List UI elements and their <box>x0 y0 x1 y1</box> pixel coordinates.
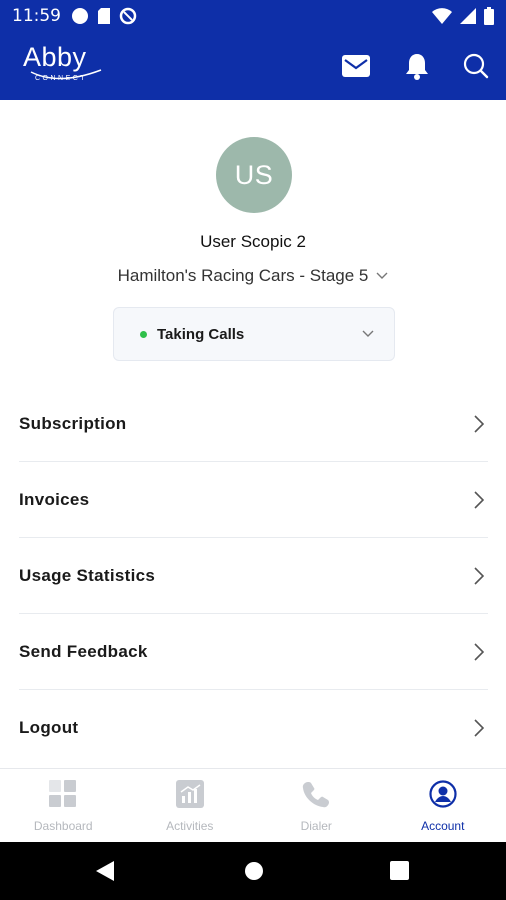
abby-connect-logo: Abby CONNECT <box>23 42 113 88</box>
chevron-right-icon <box>474 414 484 433</box>
menu-item-logout[interactable]: Logout <box>19 690 488 766</box>
nav-label: Account <box>421 819 465 833</box>
dashboard-icon <box>48 779 78 809</box>
bottom-nav: Dashboard Activities Dialer Account <box>0 768 506 842</box>
chevron-right-icon <box>474 719 484 737</box>
phone-icon <box>301 779 331 809</box>
bell-icon <box>406 54 428 80</box>
user-name: User Scopic 2 <box>200 232 306 251</box>
nav-dialer[interactable]: Dialer <box>253 769 380 842</box>
nav-label: Dashboard <box>33 819 93 833</box>
status-time: 11:59 <box>12 6 61 26</box>
nav-activities[interactable]: Activities <box>127 769 254 842</box>
account-icon <box>428 779 458 809</box>
menu-item-label: Subscription <box>19 413 127 433</box>
status-bar: 11:59 <box>0 0 506 32</box>
chevron-down-icon <box>362 330 374 337</box>
chevron-right-icon <box>474 490 484 509</box>
company-name: Hamilton's Racing Cars - Stage 5 <box>117 266 369 285</box>
status-left-icons <box>71 7 137 25</box>
activities-icon <box>175 779 205 809</box>
menu-item-send-feedback[interactable]: Send Feedback <box>19 614 488 690</box>
nav-label: Dialer <box>300 819 332 833</box>
sim-icon <box>98 8 110 24</box>
status-dot <box>140 330 147 338</box>
search-icon <box>463 53 489 79</box>
account-menu: Subscription Invoices Usage Statistics S… <box>19 386 488 766</box>
status-right-icons <box>432 7 494 25</box>
mail-button[interactable] <box>339 49 373 83</box>
menu-item-invoices[interactable]: Invoices <box>19 462 488 538</box>
menu-item-label: Usage Statistics <box>19 565 156 585</box>
menu-item-label: Send Feedback <box>19 641 148 661</box>
circle-icon <box>72 8 88 24</box>
call-status-dropdown[interactable]: Taking Calls <box>113 307 395 361</box>
menu-item-usage-statistics[interactable]: Usage Statistics <box>19 538 488 614</box>
menu-item-label: Invoices <box>19 489 90 509</box>
chevron-right-icon <box>474 566 484 585</box>
system-nav-bar <box>0 842 506 900</box>
back-icon[interactable] <box>96 861 114 881</box>
data-saver-icon <box>119 7 137 25</box>
recents-icon[interactable] <box>390 861 409 880</box>
battery-icon <box>484 7 494 25</box>
chevron-down-icon <box>376 272 388 279</box>
logo-subtext: CONNECT <box>35 75 88 82</box>
avatar: US <box>216 137 292 213</box>
nav-label: Activities <box>166 819 214 833</box>
search-button[interactable] <box>459 49 493 83</box>
chevron-right-icon <box>474 642 484 661</box>
signal-icon <box>460 8 476 24</box>
nav-account[interactable]: Account <box>380 769 506 842</box>
nav-dashboard[interactable]: Dashboard <box>0 769 127 842</box>
menu-item-label: Logout <box>19 718 79 737</box>
call-status-label: Taking Calls <box>157 325 245 343</box>
wifi-icon <box>432 8 452 24</box>
company-selector[interactable]: Hamilton's Racing Cars - Stage 5 <box>0 266 506 286</box>
mail-icon <box>342 55 370 77</box>
app-bar: Abby CONNECT <box>0 32 506 100</box>
home-icon[interactable] <box>244 861 264 881</box>
menu-item-subscription[interactable]: Subscription <box>19 386 488 462</box>
notifications-button[interactable] <box>400 49 434 83</box>
